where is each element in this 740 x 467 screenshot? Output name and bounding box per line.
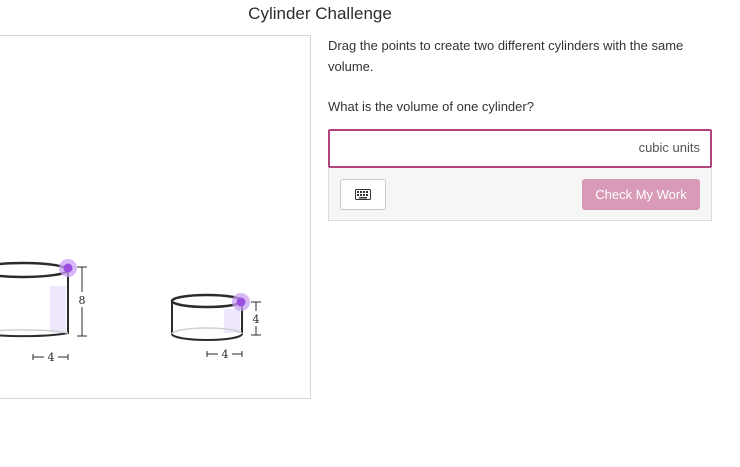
instructions-text: Drag the points to create two different … — [328, 38, 684, 74]
units-label: cubic units — [638, 140, 700, 155]
cylinder-2-radius-label: 4 — [222, 348, 229, 361]
cylinder-2-height-label: 4 — [253, 313, 260, 326]
check-my-work-button[interactable]: Check My Work — [582, 179, 700, 210]
cylinder-graph: 8 4 4 4 — [0, 259, 262, 364]
cylinder-1-top — [0, 261, 70, 279]
cylinder-graph-panel[interactable]: 8 4 4 4 — [0, 35, 311, 399]
answer-toolbar: Check My Work — [328, 168, 712, 221]
cylinder-2-top — [170, 293, 244, 309]
cylinder-1: 8 4 — [0, 259, 88, 364]
cylinder-1-shade — [50, 286, 66, 333]
keyboard-icon — [355, 189, 371, 200]
answer-field[interactable]: cubic units — [328, 129, 712, 168]
question-text: What is the volume of one cylinder? — [328, 99, 534, 114]
cylinder-2: 4 4 — [170, 293, 262, 361]
cylinder-1-height-label: 8 — [79, 294, 86, 307]
keyboard-button[interactable] — [340, 179, 386, 210]
cylinder-1-radius-label: 4 — [48, 351, 55, 364]
answer-input[interactable] — [336, 136, 620, 163]
page-title: Cylinder Challenge — [248, 4, 392, 23]
